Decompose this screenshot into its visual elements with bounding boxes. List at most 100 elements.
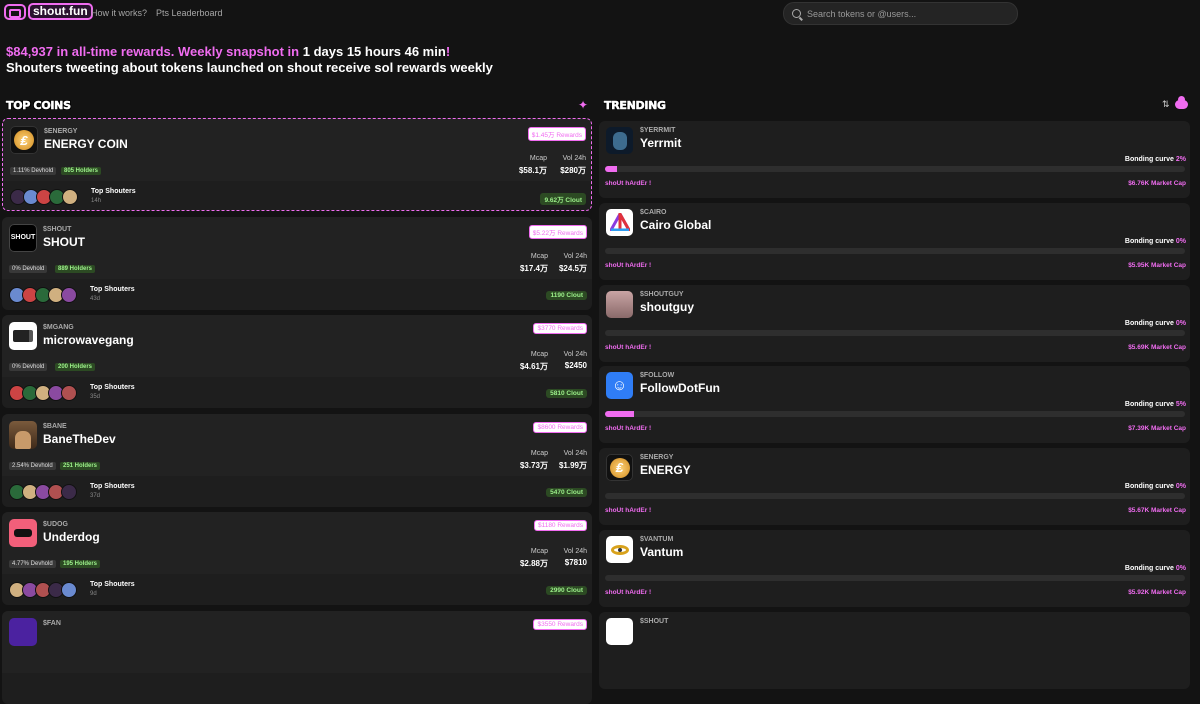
market-cap: $5.95K Market Cap [1128,261,1186,269]
rewards-text-end: ! [445,44,451,59]
coin-name: ENERGY COIN [44,137,128,151]
clout-badge: 5470 Clout [546,487,587,497]
bonding-curve-text: Bonding curve [1124,401,1174,409]
nav-how-it-works[interactable]: How it works? [91,8,147,18]
trending-name: ENERGY [640,463,691,478]
rewards-badge: $3550 Rewards [533,618,587,630]
coin-ticker: $BANE [43,422,67,430]
coin-name: Underdog [43,530,100,544]
nav-pts-leaderboard[interactable]: Pts Leaderboard [156,8,223,18]
energy-icon: ₤ [10,126,38,154]
rewards-badge: $1180 Rewards [533,520,587,531]
shouter-avatar[interactable] [62,189,78,205]
top-shouters-avatars[interactable] [9,582,77,598]
shout-harder-link[interactable]: shoUt hArdEr ! [605,589,651,596]
market-cap: $7.39K Market Cap [1128,425,1186,433]
top-shouters-label: Top Shouters [91,188,136,195]
coin-card-header [2,610,592,673]
coin-card[interactable]: $BANE BaneTheDev $8600 Rewards Mcap $3.73万 Vo… [2,413,592,507]
clout-badge: 1190 Clout [546,290,587,300]
coin-name: SHOUT [43,234,85,249]
shout-harder-link[interactable]: shoUt hArdEr ! [605,344,651,351]
vol-label: Vol 24h [563,548,587,555]
rewards-amount: $84,937 [6,44,53,59]
vol-label: Vol 24h [563,252,587,260]
trending-card[interactable]: $SHOUTGUY shoutguy Bonding curve 0% shoUt h… [599,284,1190,362]
holders-badge: 251 Holders [60,461,101,470]
trending-name: Yerrmit [640,136,682,150]
sparkle-icon[interactable]: ✦ [578,98,588,112]
energy-icon: ₤ [606,454,633,482]
vol-label: Vol 24h [563,449,587,457]
shout-harder-link[interactable]: shoUt hArdEr ! [605,425,651,432]
holders-badge: 805 Holders [61,167,102,175]
shouter-avatar[interactable] [61,483,77,500]
mcap-label: Mcap [530,351,548,358]
shouters-time: 35d [90,394,101,400]
trending-name: FollowDotFun [640,381,720,396]
mcap-label: Mcap [530,252,548,260]
bonding-curve-percent: 0% [1175,237,1186,245]
logo-text: shout.fun [28,3,93,20]
trending-card[interactable]: $CAIRO Cairo Global Bonding curve 0% shoUt … [599,202,1190,280]
vol-label: Vol 24h [563,351,587,358]
vol-label: Vol 24h [562,155,586,162]
trending-ticker: $CAIRO [640,208,667,216]
vol-value: $1.99万 [558,460,587,470]
shouter-avatar[interactable] [61,385,77,401]
trending-name: shoutguy [640,299,694,314]
top-shouters-label: Top Shouters [90,285,135,293]
trending-ticker: $SHOUT [640,617,669,625]
logo-icon [4,3,26,20]
trending-name: Vantum [640,545,684,559]
coin-ticker: $FAN [43,619,61,627]
bonding-curve-bar [605,329,1185,336]
mcap-label: Mcap [530,449,548,457]
sort-icon[interactable]: ⇅ [1162,99,1170,110]
search-input[interactable] [807,8,1007,19]
clout-badge: 9.62万 Clout [540,193,586,205]
rewards-banner: $84,937 in all-time rewards. Weekly snap… [6,44,493,76]
holders-badge: 195 Holders [60,560,101,568]
top-shouters-avatars[interactable] [9,286,77,303]
mcap-value: $58.1万 [518,166,547,175]
coin-card[interactable]: SHOUT $SHOUT SHOUT $5.22万 Rewards Mcap $17.4万… [2,216,592,310]
bonding-curve-bar [605,575,1185,581]
bonding-curve-percent: 0% [1175,565,1186,572]
trending-card[interactable]: $YERRMIT Yerrmit Bonding curve 2% shoUt hAr… [599,121,1190,198]
search-box[interactable] [783,2,1018,25]
logo[interactable]: shout.fun [4,3,93,20]
coin-card[interactable]: $FAN $3550 Rewards [2,610,592,704]
cairo-triangle-icon [606,208,633,236]
holders-badge: 200 Holders [55,363,96,371]
trending-card[interactable]: ₤ $ENERGY ENERGY Bonding curve 0% shoUt hArd… [599,448,1190,526]
top-shouters-label: Top Shouters [90,384,135,391]
coin-ticker: $UDOG [43,521,68,528]
trending-ticker: $YERRMIT [640,127,676,134]
trending-card[interactable]: $VANTUM Vantum Bonding curve 0% shoUt hArdE… [599,530,1190,607]
trending-card[interactable]: $SHOUT [599,611,1190,689]
shouter-avatar[interactable] [61,582,77,598]
shout-harder-link[interactable]: shoUt hArdEr ! [605,262,651,269]
coin-card[interactable]: $UDOG Underdog $1180 Rewards Mcap $2.88万 Vol … [2,512,592,605]
trending-card[interactable]: ☺ $FOLLOW FollowDotFun Bonding curve 5% shoU… [599,366,1190,444]
devhold-badge: 2.54% Devhold [9,461,56,470]
shout-icon [606,617,633,645]
vol-value: $2450 [564,361,587,370]
top-shouters-avatars[interactable] [9,483,77,500]
rewards-subline: Shouters tweeting about tokens launched … [6,60,493,75]
cloud-icon[interactable] [1175,96,1188,109]
top-shouters-avatars[interactable] [9,385,77,401]
coin-card[interactable]: ₤ $ENERGY ENERGY COIN $1.45万 Rewards Mcap $58… [2,118,592,211]
underdog-icon [9,519,37,547]
bonding-curve-bar [605,247,1185,254]
bonding-curve-percent: 5% [1175,401,1186,409]
bonding-curve-fill [605,411,634,418]
coin-card[interactable]: $MGANG microwavegang $3770 Rewards Mcap $4.6… [2,315,592,408]
shout-harder-link[interactable]: shoUt hArdEr ! [605,507,651,514]
shouter-avatar[interactable] [61,286,77,303]
shouters-time: 9d [90,591,97,597]
shout-harder-link[interactable]: shoUt hArdEr ! [605,180,651,187]
top-shouters-avatars[interactable] [10,189,78,205]
coin-name: microwavegang [43,333,134,347]
